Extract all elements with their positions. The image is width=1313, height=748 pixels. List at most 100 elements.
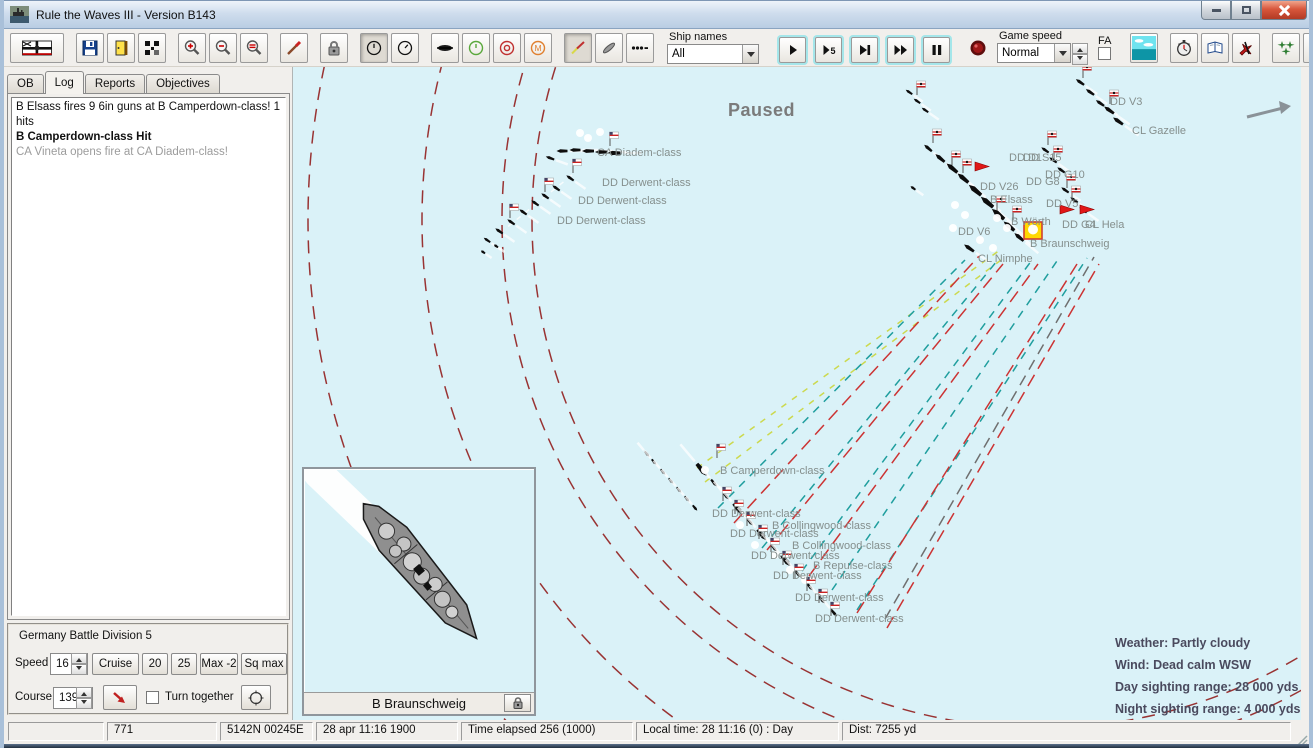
tab-log[interactable]: Log	[44, 71, 84, 94]
compass-icon	[248, 690, 264, 705]
close-button[interactable]	[1261, 1, 1307, 20]
air-formations-icon	[1277, 39, 1295, 57]
air-patrol-button[interactable]	[1303, 32, 1309, 63]
ship-label: DD Derwent-class	[730, 528, 819, 540]
range-circle-m-button[interactable]: M	[524, 32, 552, 63]
status-cell-2: 5142N 00245E	[220, 722, 313, 741]
speed-input[interactable]: 16	[50, 653, 88, 675]
paint-button[interactable]	[280, 32, 308, 63]
set-course-button[interactable]	[103, 685, 137, 710]
ship-marker	[480, 250, 493, 260]
play-5-button[interactable]: 5	[815, 36, 842, 63]
shell-tracer-button[interactable]	[564, 32, 592, 63]
weather-line: Day sighting range: 28 000 yds	[1115, 680, 1299, 694]
title-bar[interactable]: Rule the Waves III - Version B143	[4, 0, 1309, 29]
air-formations-button[interactable]	[1272, 32, 1301, 63]
ship-marker	[1104, 106, 1131, 126]
zoom-in-button[interactable]	[178, 32, 206, 63]
exit-button[interactable]	[107, 32, 135, 63]
compass-button[interactable]	[241, 685, 271, 710]
fast-forward-button[interactable]	[887, 36, 914, 63]
ship-marker-button[interactable]	[431, 32, 459, 63]
ship-marker	[910, 186, 925, 197]
range-circle-green-button[interactable]	[462, 32, 490, 63]
course-input[interactable]: 139	[53, 687, 93, 709]
exit-icon	[112, 39, 130, 57]
red-arrow-icon	[113, 691, 125, 703]
ship-names-select[interactable]: All	[667, 44, 759, 64]
tab-objectives[interactable]: Objectives	[146, 74, 220, 94]
random-encounter-button[interactable]	[138, 32, 166, 63]
german-ensign-flag-button[interactable]	[10, 32, 64, 63]
weather-view-button[interactable]	[1130, 32, 1159, 63]
save-button[interactable]	[76, 32, 104, 63]
german-ensign-flag-icon	[916, 80, 926, 95]
time-marker-short-button[interactable]	[360, 32, 388, 63]
torpedo-tracks-button[interactable]	[595, 32, 623, 63]
range-circle-red-button[interactable]	[493, 32, 521, 63]
gunfire-line	[704, 256, 1006, 483]
speed-preset-sq-max[interactable]: Sq max	[241, 653, 287, 675]
white-ensign-flag-icon	[544, 177, 554, 192]
speed-preset-25[interactable]: 25	[171, 653, 197, 675]
pause-button[interactable]	[923, 36, 950, 63]
zoom-out-far-button[interactable]	[240, 32, 268, 63]
ship-label: CL Hela	[1085, 219, 1125, 231]
speed-preset-max--2[interactable]: Max -2	[200, 653, 238, 675]
speed-preset-cruise[interactable]: Cruise	[92, 653, 139, 675]
ship-names-label: Ship names	[669, 31, 728, 43]
white-ensign-flag-icon	[609, 131, 619, 146]
fast-forward-icon	[892, 41, 910, 59]
weather-view-icon	[1132, 35, 1157, 60]
fa-checkbox[interactable]	[1098, 47, 1112, 60]
minimize-button[interactable]	[1201, 1, 1231, 20]
fa-label: FA	[1098, 35, 1112, 47]
lock-view-button[interactable]	[320, 32, 348, 63]
maximize-button[interactable]	[1231, 1, 1261, 20]
inset-ship-name: B Braunschweig	[372, 696, 466, 711]
ship-label: DD Derwent-class	[712, 508, 801, 520]
game-speed-indicator-icon	[969, 39, 987, 62]
chevron-down-icon[interactable]	[742, 45, 758, 63]
ship-label: CL Gazelle	[1132, 125, 1186, 137]
course-stepper[interactable]	[76, 687, 92, 709]
game-speed-stepper[interactable]	[1072, 43, 1088, 65]
turn-together-checkbox[interactable]	[146, 691, 159, 704]
ship-label: DD V6	[958, 226, 990, 238]
spin-up-icon[interactable]	[1072, 43, 1088, 54]
ship-marker	[905, 89, 924, 103]
speed-stepper[interactable]	[71, 653, 87, 675]
ship-label: B Wörth	[1011, 216, 1051, 228]
log-line: B Camperdown-class Hit	[16, 131, 152, 143]
speed-preset-20[interactable]: 20	[142, 653, 168, 675]
play-button[interactable]	[779, 36, 806, 63]
tab-reports[interactable]: Reports	[84, 74, 146, 94]
zoom-out-button[interactable]	[209, 32, 237, 63]
wind-arrow-icon	[1246, 106, 1284, 119]
rules-book-button[interactable]	[1201, 32, 1230, 63]
gunfire-line	[733, 254, 981, 524]
german-ensign-flag-icon	[1047, 130, 1057, 145]
range-circle-m-icon: M	[529, 39, 547, 57]
ship-inset: B Braunschweig	[302, 458, 536, 716]
dotted-tracks-button[interactable]	[626, 32, 654, 63]
inset-ship-name-bar: B Braunschweig	[304, 692, 534, 714]
time-marker-long-button[interactable]	[391, 32, 419, 63]
smoke-puff	[1003, 224, 1011, 232]
play-to-event-button[interactable]	[851, 36, 878, 63]
time-accel-button[interactable]	[1170, 32, 1199, 63]
ship-marker	[545, 156, 569, 166]
game-speed-field: Game speed Normal	[997, 30, 1088, 65]
ship-label: DD V3	[1110, 96, 1142, 108]
spin-down-icon[interactable]	[1072, 54, 1088, 65]
white-ensign-flag-icon	[572, 158, 582, 173]
battle-log[interactable]: B Elsass fires 9 6in guns at B Camperdow…	[11, 97, 286, 616]
inset-lock-button[interactable]	[504, 694, 531, 712]
german-ensign-flag-icon	[951, 150, 961, 165]
battle-map[interactable]: CA Diadem-class DD Derwent-class DD Derwen…	[292, 67, 1301, 720]
ship-label: DD G8	[1026, 176, 1060, 188]
chevron-down-icon[interactable]	[1054, 44, 1070, 62]
tab-ob[interactable]: OB	[7, 74, 44, 94]
game-speed-select[interactable]: Normal	[997, 43, 1071, 63]
air-strikes-button[interactable]	[1232, 32, 1261, 63]
